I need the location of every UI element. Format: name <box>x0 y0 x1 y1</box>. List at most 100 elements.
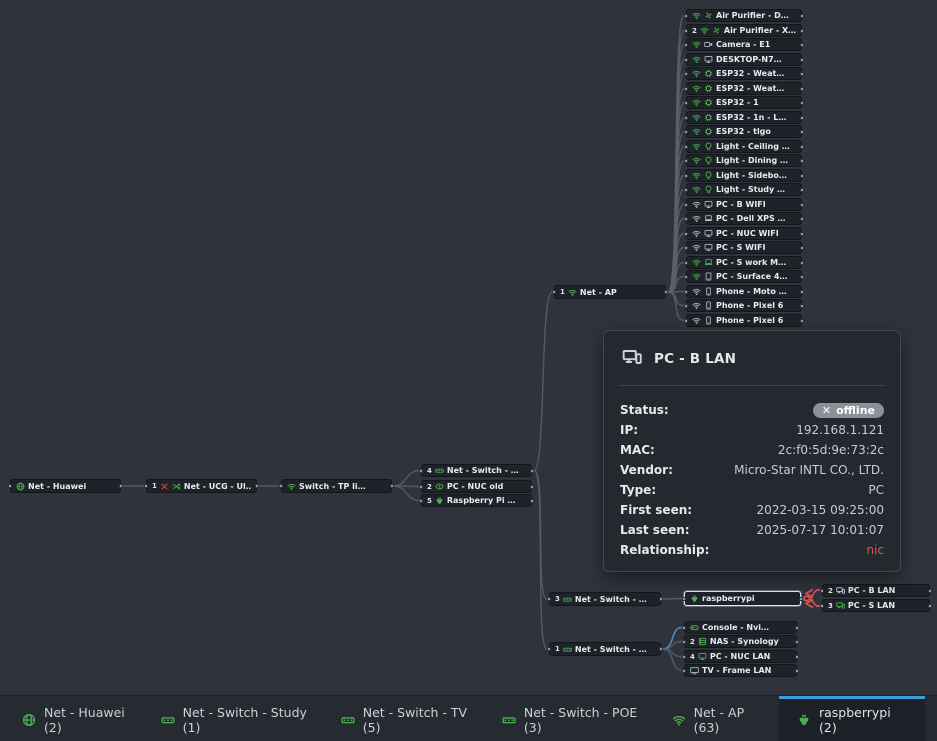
node-handle-left[interactable] <box>8 484 12 488</box>
node-handle-left[interactable] <box>682 655 686 659</box>
graph-node-pc-s-lan[interactable]: 3PC - S LAN <box>822 599 930 612</box>
graph-node-net-switch-grp[interactable]: 4Net - Switch - … <box>421 464 532 477</box>
graph-node-dev-esp32-weat-2[interactable]: ESP32 - Weat… <box>686 82 802 95</box>
graph-node-console-nvidia[interactable]: Console - Nvi… <box>684 621 797 634</box>
node-handle-right[interactable] <box>800 159 804 163</box>
node-handle-left[interactable] <box>684 290 688 294</box>
node-handle-right[interactable] <box>659 647 663 651</box>
node-handle-left[interactable] <box>684 217 688 221</box>
node-handle-left[interactable] <box>684 304 688 308</box>
node-handle-right[interactable] <box>795 626 799 630</box>
node-handle-left[interactable] <box>684 43 688 47</box>
node-handle-right[interactable] <box>795 640 799 644</box>
graph-node-dev-pc-dell-xps[interactable]: PC - Dell XPS … <box>686 212 802 225</box>
graph-node-dev-pc-nuc-wifi[interactable]: PC - NUC WIFI <box>686 227 802 240</box>
node-handle-right[interactable] <box>800 43 804 47</box>
graph-node-dev-pc-surface[interactable]: PC - Surface 4… <box>686 270 802 283</box>
node-handle-left[interactable] <box>684 159 688 163</box>
graph-node-dev-desktop-n7[interactable]: DESKTOP-N7… <box>686 53 802 66</box>
graph-node-dev-pc-b-wifi[interactable]: PC - B WIFI <box>686 198 802 211</box>
node-handle-right[interactable] <box>800 304 804 308</box>
node-handle-right[interactable] <box>800 116 804 120</box>
graph-node-dev-light-dining[interactable]: Light - Dining … <box>686 154 802 167</box>
node-handle-right[interactable] <box>530 469 534 473</box>
graph-node-net-ucg[interactable]: 1Net - UCG - Ul… <box>146 479 257 493</box>
node-handle-right[interactable] <box>928 604 932 608</box>
node-handle-right[interactable] <box>800 14 804 18</box>
node-handle-right[interactable] <box>255 484 259 488</box>
tab-net-switch-study[interactable]: Net - Switch - Study (1) <box>151 696 331 741</box>
node-handle-left[interactable] <box>820 589 824 593</box>
node-handle-left[interactable] <box>684 261 688 265</box>
node-handle-right[interactable] <box>800 246 804 250</box>
graph-node-pc-nuc-lan[interactable]: 4PC - NUC LAN <box>684 650 797 663</box>
node-handle-right[interactable] <box>800 319 804 323</box>
graph-node-dev-air-purifier-d[interactable]: Air Purifier - D… <box>686 9 802 22</box>
graph-node-net-huawei[interactable]: Net - Huawei <box>10 479 121 493</box>
node-handle-left[interactable] <box>419 499 423 503</box>
graph-node-dev-esp32-1n[interactable]: ESP32 - 1n - L… <box>686 111 802 124</box>
node-handle-right[interactable] <box>659 597 663 601</box>
node-handle-left[interactable] <box>682 669 686 673</box>
node-handle-left[interactable] <box>684 14 688 18</box>
node-handle-left[interactable] <box>684 319 688 323</box>
graph-node-dev-esp32-weat-1[interactable]: ESP32 - Weat… <box>686 67 802 80</box>
graph-node-dev-phone-pixel-2[interactable]: Phone - Pixel 6 <box>686 314 802 327</box>
node-handle-left[interactable] <box>144 484 148 488</box>
graph-node-dev-esp32-1[interactable]: ESP32 - 1 <box>686 96 802 109</box>
graph-node-pc-b-lan[interactable]: 2PC - B LAN <box>822 584 930 597</box>
graph-node-raspberry-pi-old[interactable]: 5Raspberry Pi … <box>421 494 532 507</box>
graph-node-dev-camera-e1[interactable]: Camera - E1 <box>686 38 802 51</box>
node-handle-left[interactable] <box>547 597 551 601</box>
node-handle-left[interactable] <box>684 275 688 279</box>
node-handle-right[interactable] <box>800 232 804 236</box>
node-handle-right[interactable] <box>800 101 804 105</box>
node-handle-right[interactable] <box>800 130 804 134</box>
node-handle-left[interactable] <box>684 101 688 105</box>
node-handle-right[interactable] <box>390 484 394 488</box>
tab-net-switch-tv[interactable]: Net - Switch - TV (5) <box>331 696 492 741</box>
graph-node-dev-phone-moto[interactable]: Phone - Moto … <box>686 285 802 298</box>
node-handle-right[interactable] <box>928 589 932 593</box>
node-handle-left[interactable] <box>682 626 686 630</box>
node-handle-left[interactable] <box>820 604 824 608</box>
node-handle-left[interactable] <box>682 640 686 644</box>
node-handle-right[interactable] <box>664 290 668 294</box>
node-handle-left[interactable] <box>684 188 688 192</box>
node-handle-right[interactable] <box>800 217 804 221</box>
node-handle-right[interactable] <box>800 203 804 207</box>
node-handle-right[interactable] <box>800 58 804 62</box>
node-handle-right[interactable] <box>800 188 804 192</box>
node-handle-left[interactable] <box>419 485 423 489</box>
node-handle-right[interactable] <box>799 597 803 601</box>
node-handle-left[interactable] <box>279 484 283 488</box>
node-handle-right[interactable] <box>800 174 804 178</box>
node-handle-right[interactable] <box>530 499 534 503</box>
tab-net-ap[interactable]: Net - AP (63) <box>662 696 779 741</box>
node-handle-left[interactable] <box>684 72 688 76</box>
graph-node-dev-light-ceiling[interactable]: Light - Ceiling … <box>686 140 802 153</box>
node-handle-left[interactable] <box>419 469 423 473</box>
graph-node-pc-nuc-old[interactable]: 2PC - NUC old <box>421 480 532 493</box>
graph-node-net-switch-3[interactable]: 3Net - Switch - … <box>549 592 661 606</box>
node-handle-right[interactable] <box>800 290 804 294</box>
graph-node-tv-frame-lan[interactable]: TV - Frame LAN <box>684 664 797 677</box>
node-handle-left[interactable] <box>552 290 556 294</box>
node-handle-right[interactable] <box>530 485 534 489</box>
node-handle-right[interactable] <box>800 145 804 149</box>
node-handle-right[interactable] <box>800 87 804 91</box>
node-handle-right[interactable] <box>119 484 123 488</box>
node-handle-left[interactable] <box>684 203 688 207</box>
graph-node-dev-phone-pixel-1[interactable]: Phone - Pixel 6 <box>686 299 802 312</box>
node-handle-right[interactable] <box>795 655 799 659</box>
graph-node-nas-synology[interactable]: 2NAS - Synology <box>684 635 797 648</box>
node-handle-left[interactable] <box>684 130 688 134</box>
node-handle-right[interactable] <box>795 669 799 673</box>
node-handle-right[interactable] <box>800 29 804 33</box>
graph-node-dev-esp32-tlgo[interactable]: ESP32 - tlgo <box>686 125 802 138</box>
node-handle-right[interactable] <box>800 275 804 279</box>
tab-net-switch-poe[interactable]: Net - Switch - POE (3) <box>492 696 662 741</box>
node-handle-left[interactable] <box>684 246 688 250</box>
node-handle-left[interactable] <box>682 597 686 601</box>
graph-node-dev-air-purifier-x[interactable]: 2Air Purifier - X… <box>686 24 802 37</box>
